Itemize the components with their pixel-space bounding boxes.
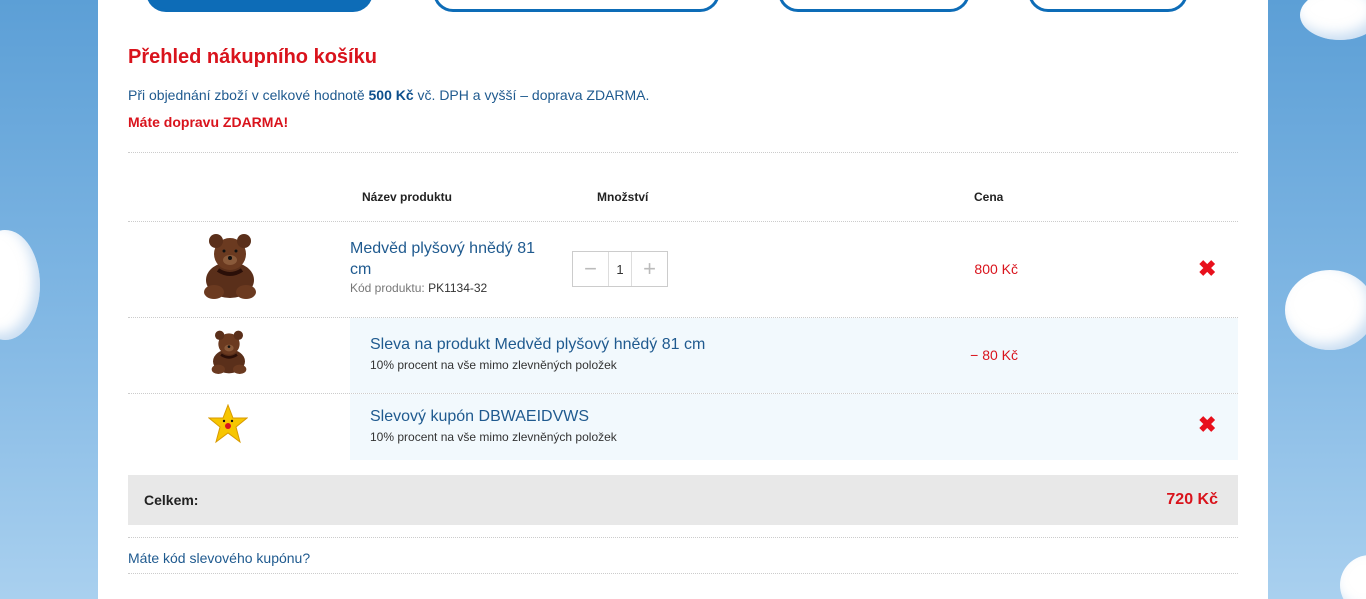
- remove-coupon-icon[interactable]: ✖: [1198, 412, 1216, 438]
- cloud-decoration: [1285, 270, 1366, 350]
- brown-teddy-bear-icon: [204, 234, 256, 299]
- cloud-decoration: [1340, 555, 1366, 599]
- discount-title: Sleva na produkt Medvěd plyšový hnědý 81…: [370, 336, 706, 353]
- divider: [128, 573, 1238, 574]
- step-tab-delivery[interactable]: [433, 0, 720, 12]
- coupon-code-link[interactable]: Máte kód slevového kupónu?: [128, 550, 310, 566]
- yellow-star-icon: [208, 404, 248, 444]
- quantity-stepper: − 1 +: [572, 251, 668, 287]
- total-value: 720 Kč: [1166, 491, 1218, 508]
- col-header-qty: Množství: [597, 190, 649, 204]
- coupon-row: Slevový kupón DBWAEIDVWS 10% procent na …: [350, 394, 1238, 460]
- shipping-threshold: 500 Kč: [368, 87, 414, 103]
- product-code-label: Kód produktu:: [350, 281, 425, 295]
- free-shipping-notice: Máte dopravu ZDARMA!: [128, 114, 289, 130]
- col-header-name: Název produktu: [362, 190, 453, 204]
- col-header-price: Cena: [974, 190, 1004, 204]
- product-price: 800 Kč: [974, 261, 1018, 277]
- divider: [128, 537, 1238, 538]
- quantity-value[interactable]: 1: [608, 252, 632, 286]
- discount-price: − 80 Kč: [970, 347, 1018, 363]
- total-label: Celkem:: [144, 492, 199, 508]
- cart-panel: Přehled nákupního košíku Při objednání z…: [98, 0, 1268, 599]
- brown-teddy-bear-icon: [211, 330, 247, 374]
- step-tab-cart[interactable]: [146, 0, 373, 12]
- product-code: Kód produktu: PK1134-32: [350, 281, 487, 295]
- cloud-decoration: [1300, 0, 1366, 40]
- discount-row: Sleva na produkt Medvěd plyšový hnědý 81…: [350, 318, 1238, 393]
- discount-desc: 10% procent na vše mimo zlevněných polož…: [370, 358, 617, 372]
- shipping-info-suffix: vč. DPH a vyšší – doprava ZDARMA.: [413, 87, 650, 103]
- product-name-link[interactable]: Medvěd plyšový hnědý 81 cm: [350, 238, 550, 280]
- product-code-value: PK1134-32: [428, 281, 488, 295]
- step-tab-details[interactable]: [778, 0, 970, 12]
- coupon-title: Slevový kupón DBWAEIDVWS: [370, 408, 590, 425]
- coupon-desc: 10% procent na vše mimo zlevněných polož…: [370, 430, 617, 444]
- cart-total-bar: Celkem: 720 Kč: [128, 475, 1238, 525]
- shipping-info: Při objednání zboží v celkové hodnotě 50…: [128, 87, 649, 103]
- remove-product-icon[interactable]: ✖: [1198, 256, 1216, 282]
- divider: [128, 152, 1238, 153]
- checkout-steps: [98, 0, 1268, 14]
- quantity-minus-button[interactable]: −: [573, 252, 608, 286]
- step-tab-summary[interactable]: [1028, 0, 1188, 12]
- page-title: Přehled nákupního košíku: [128, 46, 377, 68]
- divider: [128, 221, 1238, 222]
- cloud-decoration: [0, 230, 40, 340]
- shipping-info-prefix: Při objednání zboží v celkové hodnotě: [128, 87, 369, 103]
- quantity-plus-button[interactable]: +: [632, 252, 667, 286]
